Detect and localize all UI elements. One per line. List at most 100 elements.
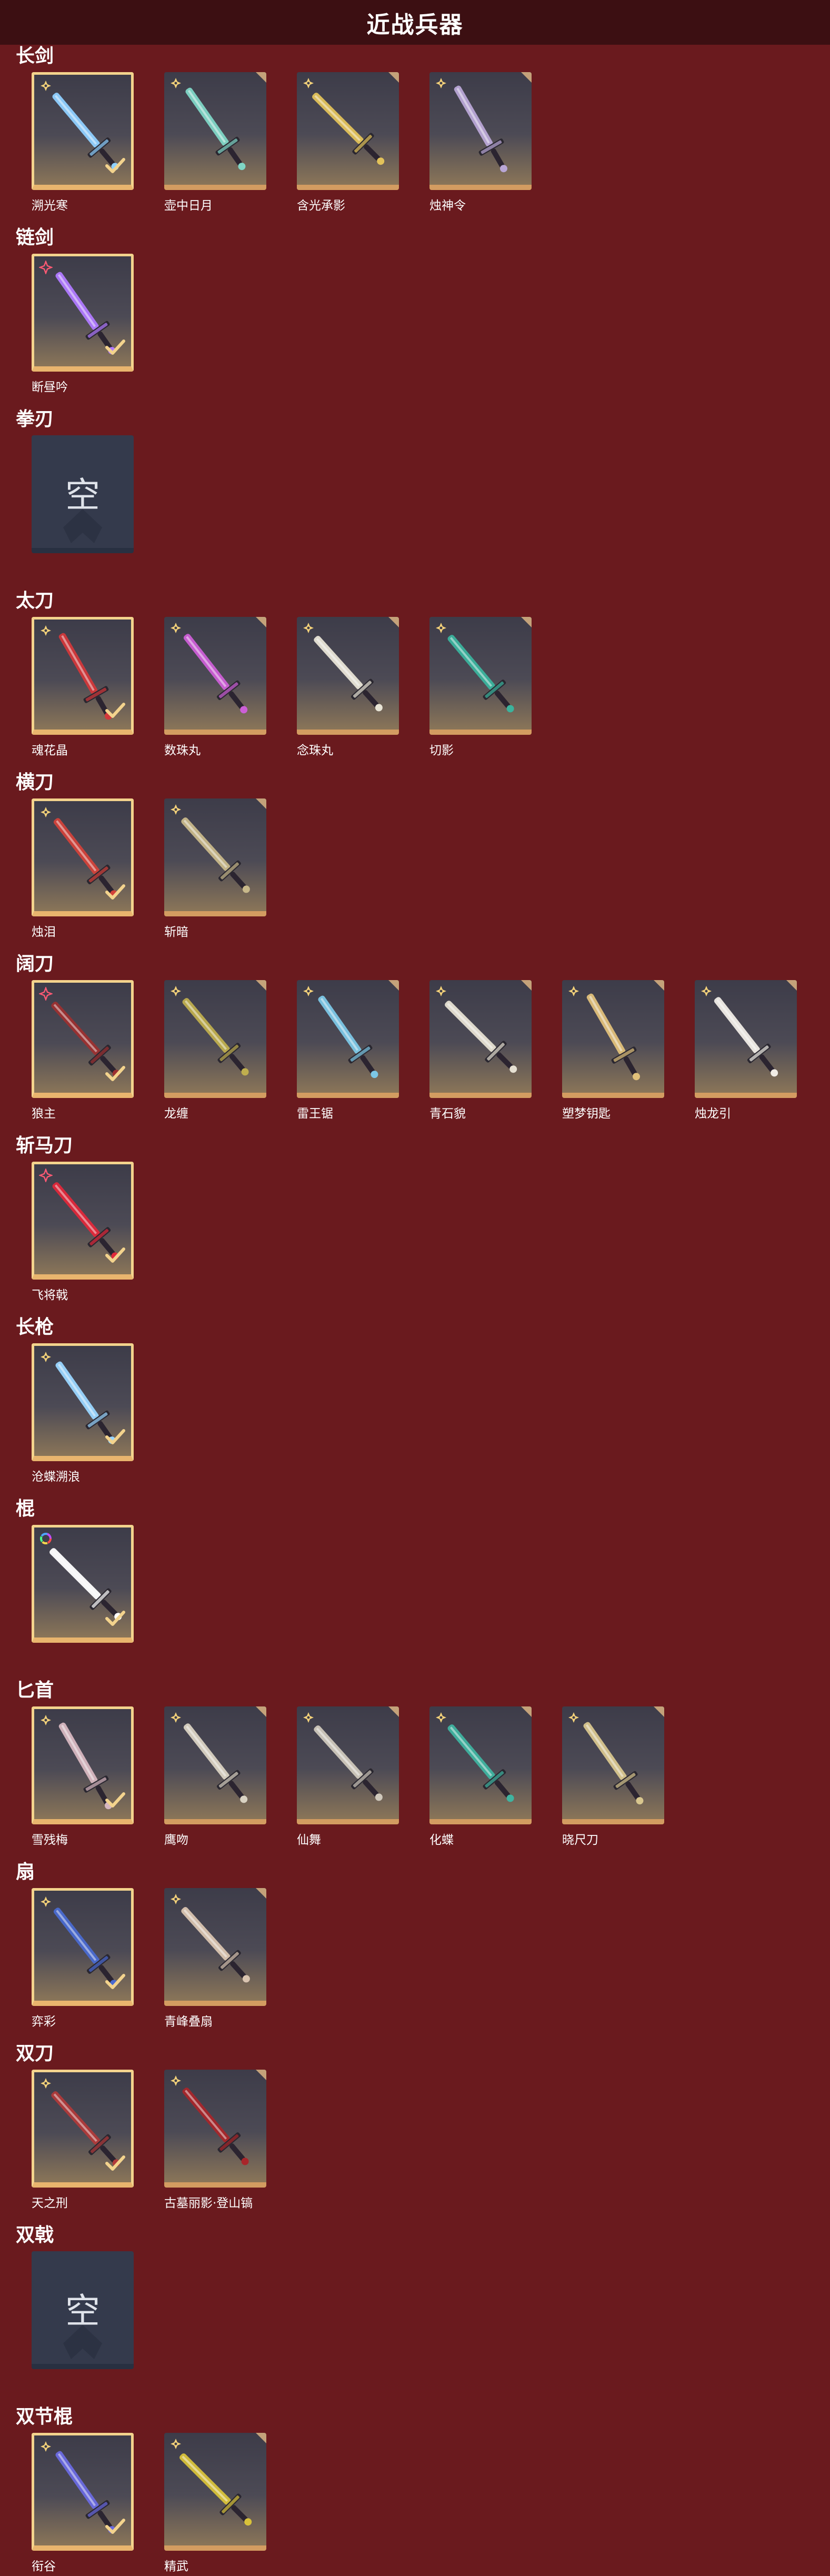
weapon-name: 断昼吟 [32, 381, 68, 394]
weapon-name: 塑梦钥匙 [562, 1107, 611, 1121]
section-title: 匕首 [16, 1680, 54, 1701]
gold-star-icon [39, 79, 53, 93]
weapon-name: 龙缠 [164, 1107, 188, 1121]
weapon-name: 青石貌 [429, 1107, 466, 1121]
weapon-name: 斩暗 [164, 925, 188, 939]
corner-tab-icon [256, 72, 266, 83]
weapon-name: 烛神令 [429, 199, 466, 213]
gold-star-icon [302, 76, 315, 90]
weapon-card[interactable]: 数珠丸 [164, 617, 266, 757]
section-title: 扇 [16, 1861, 35, 1883]
weapon-card[interactable]: 晓尺刀 [562, 1706, 664, 1847]
weapon-card[interactable]: 含光承影 [297, 72, 399, 213]
gold-star-icon [169, 2437, 183, 2451]
weapon-card[interactable] [32, 1525, 134, 1643]
check-icon [105, 338, 126, 357]
weapon-card[interactable]: 衔谷 [32, 2433, 134, 2573]
card-frame [164, 2070, 266, 2188]
weapon-image [302, 77, 394, 179]
weapon-name: 衔谷 [32, 2560, 56, 2573]
weapon-image [435, 1712, 526, 1814]
section-title: 斩马刀 [16, 1135, 73, 1156]
gold-star-icon [434, 621, 448, 635]
card-frame [32, 2433, 134, 2551]
weapon-card[interactable]: 化蝶 [429, 1706, 532, 1847]
weapon-name: 仙舞 [297, 1833, 321, 1847]
corner-tab-icon [654, 1706, 664, 1717]
card-frame [32, 72, 134, 190]
weapon-card[interactable]: 天之刑 [32, 2070, 134, 2210]
corner-tab-icon [256, 798, 266, 809]
card-frame [32, 1525, 134, 1643]
check-icon [105, 1791, 126, 1810]
corner-tab-icon [388, 72, 399, 83]
card-frame [297, 1706, 399, 1824]
weapon-image [567, 985, 659, 1087]
weapon-image [302, 622, 394, 724]
section-title: 双刀 [16, 2043, 54, 2064]
empty-slot[interactable]: 空 [32, 2251, 134, 2369]
card-frame [164, 72, 266, 190]
gold-star-icon [39, 805, 53, 819]
weapon-card[interactable]: 青峰叠扇 [164, 1888, 266, 2029]
card-frame [164, 1888, 266, 2006]
weapon-card[interactable]: 龙缠 [164, 980, 266, 1121]
section-title: 双节棍 [16, 2406, 73, 2428]
red-star-icon [38, 1167, 54, 1183]
weapon-card[interactable]: 烛龙引 [695, 980, 797, 1121]
weapon-card[interactable]: 雷王锯 [297, 980, 399, 1121]
weapon-card[interactable]: 切影 [429, 617, 532, 757]
weapon-card[interactable]: 雪残梅 [32, 1706, 134, 1847]
card-frame [429, 980, 532, 1098]
weapon-name: 沧蝶溯浪 [32, 1470, 80, 1484]
empty-slot[interactable]: 空 [32, 435, 134, 553]
weapon-card[interactable]: 古墓丽影·登山镐 [164, 2070, 266, 2210]
weapon-card[interactable]: 精武 [164, 2433, 266, 2573]
weapon-image [567, 1712, 659, 1814]
weapon-card[interactable]: 仙舞 [297, 1706, 399, 1847]
weapon-card[interactable]: 狼主 [32, 980, 134, 1121]
gold-star-icon [169, 984, 183, 998]
gold-star-icon [39, 1895, 53, 1909]
section-title: 长枪 [16, 1316, 54, 1338]
weapon-card[interactable]: 弈彩 [32, 1888, 134, 2029]
section-title: 长剑 [16, 45, 54, 67]
weapon-name: 数珠丸 [164, 744, 201, 757]
weapon-image [302, 985, 394, 1087]
gold-star-icon [302, 621, 315, 635]
gold-star-icon [434, 76, 448, 90]
weapon-card[interactable]: 溯光寒 [32, 72, 134, 213]
corner-tab-icon [256, 1888, 266, 1899]
weapon-card[interactable]: 壶中日月 [164, 72, 266, 213]
weapon-card[interactable]: 烛泪 [32, 798, 134, 939]
weapon-name: 精武 [164, 2560, 188, 2573]
section-title: 棍 [16, 1498, 35, 1520]
weapon-card[interactable]: 青石貌 [429, 980, 532, 1121]
weapon-card[interactable]: 鹰吻 [164, 1706, 266, 1847]
weapon-card[interactable]: 魂花晶 [32, 617, 134, 757]
section-title: 横刀 [16, 772, 54, 793]
check-icon [105, 1972, 126, 1991]
corner-tab-icon [256, 617, 266, 627]
weapon-card[interactable]: 念珠丸 [297, 617, 399, 757]
weapon-name: 溯光寒 [32, 199, 68, 213]
empty-label: 空 [65, 2291, 100, 2331]
page-title: 近战兵器 [366, 11, 464, 38]
weapon-name: 壶中日月 [164, 199, 213, 213]
gold-star-icon [169, 1892, 183, 1906]
weapon-card[interactable]: 飞将戟 [32, 1162, 134, 1302]
weapon-card[interactable]: 烛神令 [429, 72, 532, 213]
corner-tab-icon [388, 1706, 399, 1717]
card-frame [164, 798, 266, 916]
weapon-card[interactable]: 塑梦钥匙 [562, 980, 664, 1121]
weapon-card[interactable]: 断昼吟 [32, 254, 134, 394]
weapon-card[interactable]: 沧蝶溯浪 [32, 1343, 134, 1484]
card-frame [32, 980, 134, 1098]
card-frame [32, 2070, 134, 2188]
weapon-image [435, 985, 526, 1087]
check-icon [105, 156, 126, 175]
weapon-card[interactable]: 斩暗 [164, 798, 266, 939]
card-frame [32, 1888, 134, 2006]
red-star-icon [38, 259, 54, 275]
corner-tab-icon [521, 980, 532, 991]
